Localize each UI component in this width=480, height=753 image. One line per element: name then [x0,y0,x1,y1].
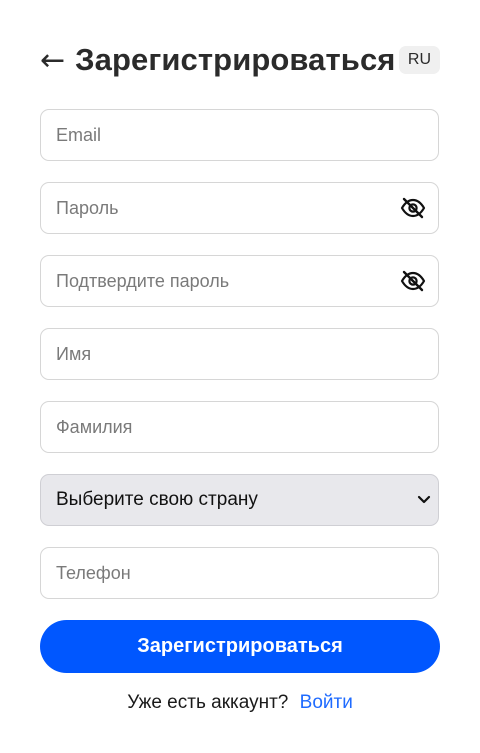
email-field[interactable] [40,109,439,161]
last-name-input[interactable] [56,416,423,438]
page-title: Зарегистрироваться [75,42,396,77]
chevron-down-icon [417,495,431,505]
phone-field[interactable] [40,547,439,599]
eye-off-icon[interactable] [399,194,427,222]
country-select-value: Выберите свою страну [56,489,258,510]
password-input[interactable] [56,197,391,219]
first-name-input[interactable] [56,343,423,365]
language-selector[interactable]: RU [398,46,440,74]
last-name-field[interactable] [40,401,439,453]
arrow-left-icon[interactable]: ← [40,46,65,76]
register-card: ← Зарегистрироваться RU Email Имя Фамили… [0,0,480,753]
login-link[interactable]: Войти [300,692,353,713]
phone-input[interactable] [56,562,423,584]
first-name-field[interactable] [40,328,439,380]
login-prompt: Уже есть аккаунт? Войти [0,692,480,714]
header: ← Зарегистрироваться RU [40,40,440,80]
confirm-password-input[interactable] [56,270,391,292]
email-input[interactable] [56,124,423,146]
eye-off-icon[interactable] [399,267,427,295]
register-button[interactable]: Зарегистрироваться [40,620,440,673]
confirm-password-field[interactable] [40,255,439,307]
password-field[interactable] [40,182,439,234]
login-prompt-text: Уже есть аккаунт? [127,692,289,713]
country-select[interactable]: Выберите свою страну [40,474,439,526]
